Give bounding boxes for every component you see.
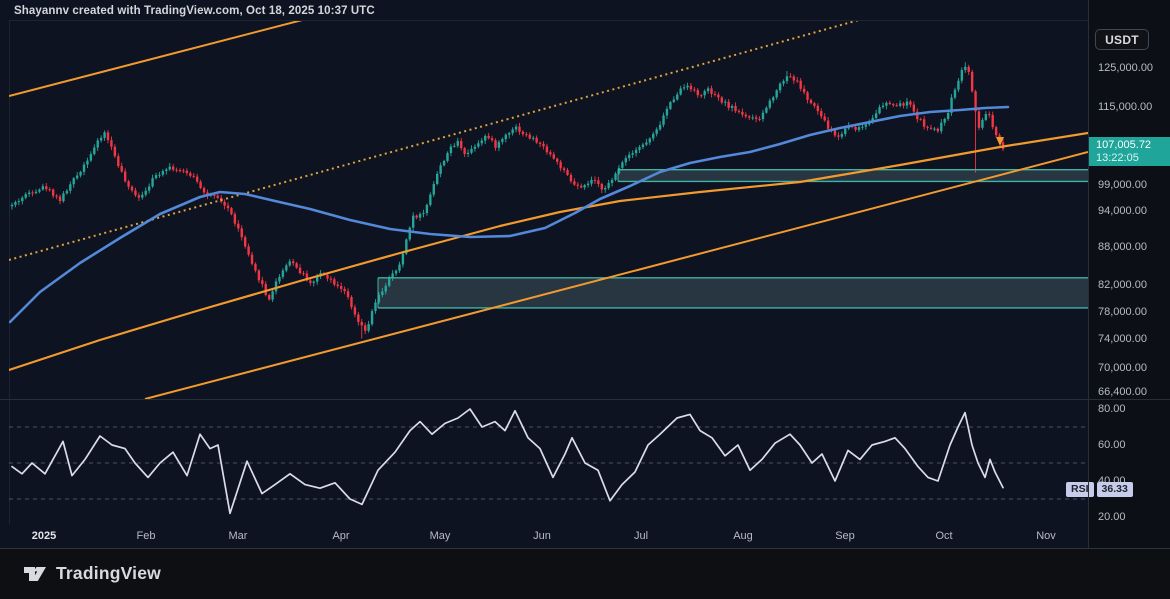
tradingview-logo-icon xyxy=(22,560,48,586)
footer-divider xyxy=(0,548,1170,549)
quote-currency-badge[interactable]: USDT xyxy=(1095,29,1149,50)
time-tick-label: Aug xyxy=(733,529,753,543)
time-tick-label: 2025 xyxy=(32,529,56,543)
rsi-value-badge: RSI 36.33 xyxy=(1066,482,1133,497)
time-tick-label: Jul xyxy=(634,529,648,543)
tradingview-logo[interactable]: TradingView xyxy=(22,560,161,586)
rsi-value: 36.33 xyxy=(1097,482,1133,497)
rsi-tick-label: 60.00 xyxy=(1098,438,1126,452)
quote-currency-label: USDT xyxy=(1105,33,1139,47)
time-tick-label: Sep xyxy=(835,529,855,543)
rsi-tick-label: 20.00 xyxy=(1098,510,1126,524)
price-tick-label: 78,000.00 xyxy=(1098,305,1147,319)
last-price-badge: 107,005.72 13:22:05 xyxy=(1089,137,1170,166)
price-tick-label: 82,000.00 xyxy=(1098,278,1147,292)
price-tick-label: 88,000.00 xyxy=(1098,240,1147,254)
rsi-label: RSI xyxy=(1066,482,1094,497)
last-price-value: 107,005.72 xyxy=(1096,139,1170,152)
price-pane[interactable] xyxy=(9,14,1088,399)
price-tick-label: 125,000.00 xyxy=(1098,61,1153,75)
price-chart-canvas[interactable] xyxy=(0,0,1170,599)
trendline-upper-channel[interactable] xyxy=(9,18,310,96)
time-tick-label: Oct xyxy=(935,529,952,543)
price-tick-label: 99,000.00 xyxy=(1098,178,1147,192)
attribution-text: Shayannv created with TradingView.com, O… xyxy=(14,5,375,17)
trendline-mid-channel-dotted[interactable] xyxy=(9,14,880,260)
rsi-tick-label: 80.00 xyxy=(1098,402,1126,416)
time-tick-label: Mar xyxy=(229,529,248,543)
tradingview-chart-window: Shayannv created with TradingView.com, O… xyxy=(0,0,1170,599)
time-tick-label: Nov xyxy=(1036,529,1056,543)
tradingview-logo-text: TradingView xyxy=(56,563,161,584)
rsi-pane[interactable] xyxy=(9,409,1088,513)
rsi-line[interactable] xyxy=(12,409,1003,513)
time-tick-label: Jun xyxy=(533,529,551,543)
time-tick-label: May xyxy=(430,529,451,543)
axis-divider xyxy=(1088,0,1089,548)
price-tick-label: 74,000.00 xyxy=(1098,332,1147,346)
time-tick-label: Feb xyxy=(137,529,156,543)
price-tick-label: 115,000.00 xyxy=(1098,100,1152,114)
price-tick-label: 66,400.00 xyxy=(1098,385,1147,399)
price-tick-label: 94,000.00 xyxy=(1098,204,1147,218)
price-tick-label: 70,000.00 xyxy=(1098,361,1147,375)
time-tick-label: Apr xyxy=(332,529,349,543)
pane-divider[interactable] xyxy=(0,399,1170,400)
demand-zone[interactable] xyxy=(378,278,1088,308)
trendline-lower-channel[interactable] xyxy=(145,152,1088,399)
candle-countdown: 13:22:05 xyxy=(1096,152,1170,165)
